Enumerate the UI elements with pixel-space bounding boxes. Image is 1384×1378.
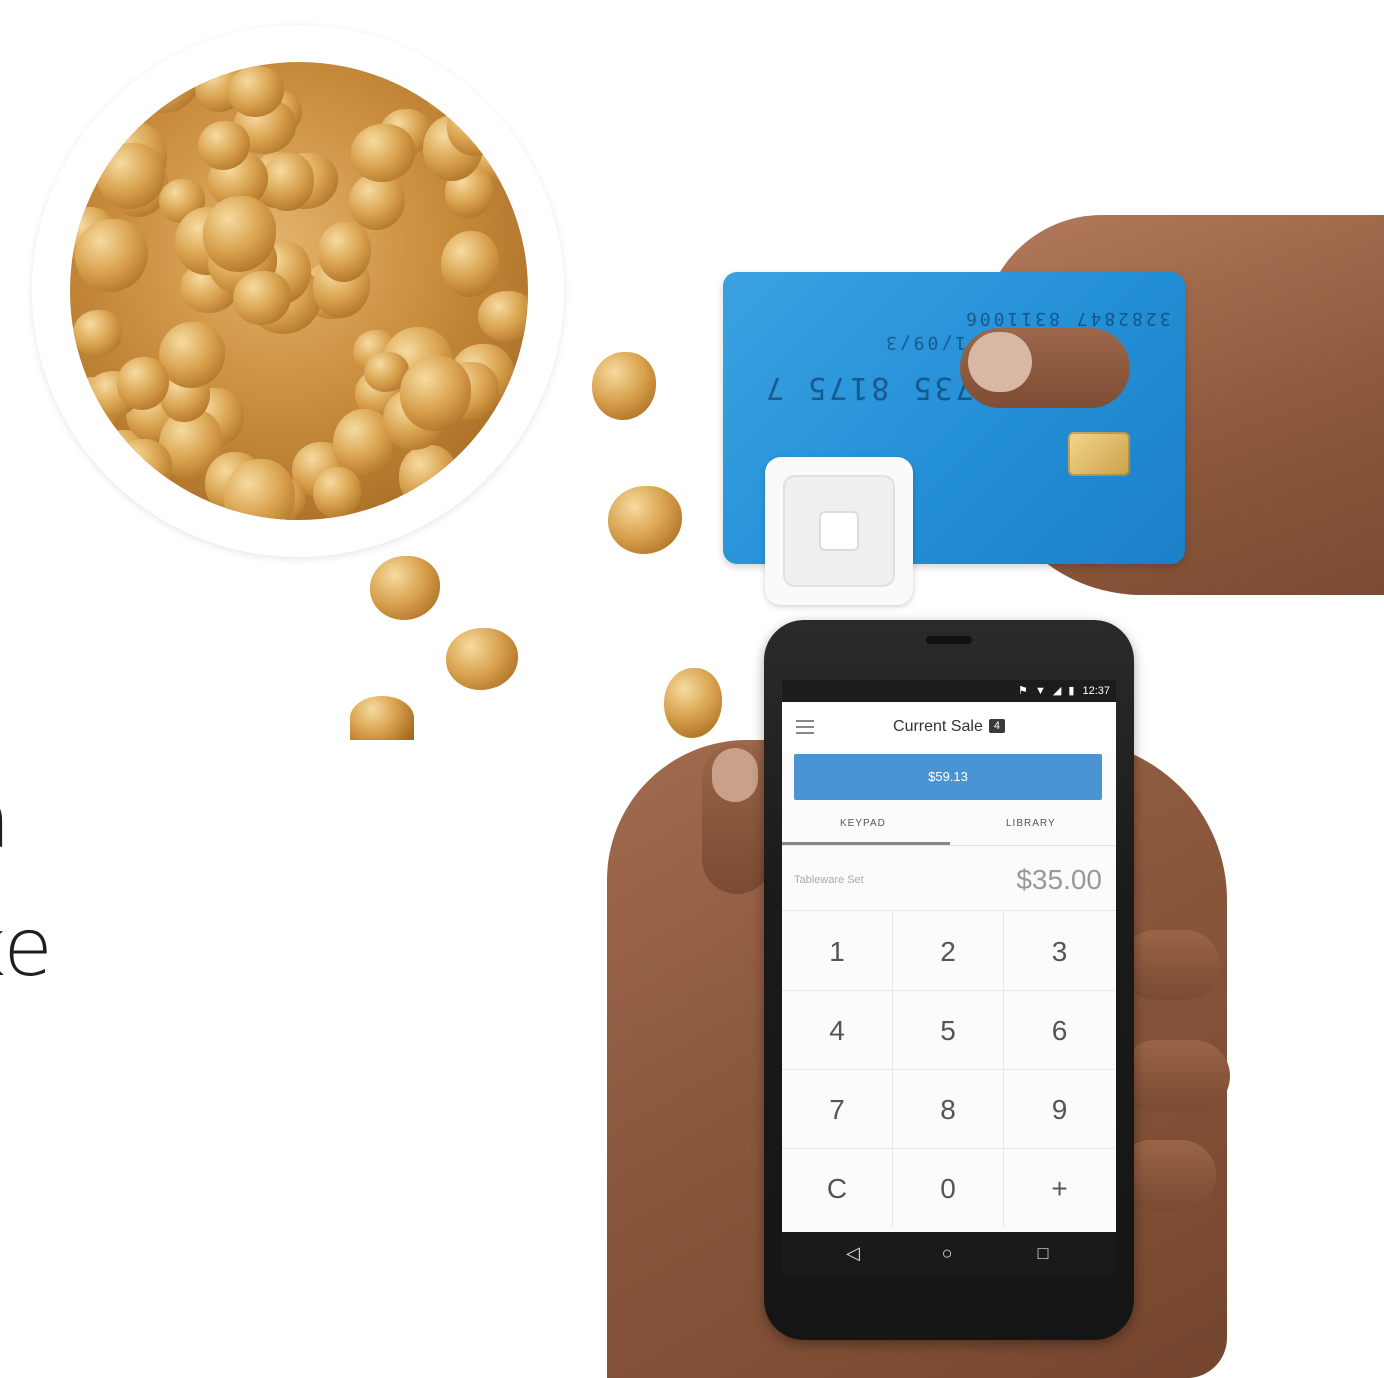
key-0[interactable]: 0 bbox=[893, 1149, 1004, 1228]
app-bar: Current Sale 4 bbox=[782, 702, 1116, 752]
keypad: 1 2 3 4 5 6 7 8 9 C 0 + bbox=[782, 912, 1116, 1230]
popcorn-kernel bbox=[592, 352, 656, 420]
popcorn-kernel bbox=[72, 310, 123, 357]
card-reader-button bbox=[821, 513, 857, 549]
finger bbox=[1120, 1040, 1230, 1112]
back-icon[interactable]: ◁ bbox=[838, 1240, 868, 1266]
tab-library[interactable]: LIBRARY bbox=[1006, 818, 1056, 829]
popcorn-kernel bbox=[351, 124, 415, 182]
popcorn-kernel bbox=[350, 696, 414, 740]
card-chip bbox=[1068, 432, 1130, 476]
key-2[interactable]: 2 bbox=[893, 912, 1004, 991]
key-6[interactable]: 6 bbox=[1004, 991, 1115, 1070]
cropped-headline-line-2: ke bbox=[0, 901, 53, 994]
sale-count-badge: 4 bbox=[988, 719, 1005, 733]
phone-screen: ⚑ ▼ ◢ ▮ 12:37 Current Sale 4 $59.13 KEYPAD… bbox=[782, 680, 1116, 1232]
status-bar: ⚑ ▼ ◢ ▮ 12:37 bbox=[782, 680, 1116, 702]
key-4[interactable]: 4 bbox=[782, 991, 893, 1070]
status-icons: ⚑ ▼ ◢ ▮ bbox=[1018, 685, 1077, 697]
line-item-amount: $35.00 bbox=[1016, 864, 1102, 895]
key-clear[interactable]: C bbox=[782, 1149, 893, 1228]
card-number-fragment: 1/09/3 bbox=[883, 332, 967, 353]
popcorn-kernel bbox=[440, 230, 499, 297]
popcorn-kernel bbox=[312, 466, 361, 519]
page-title: Current Sale 4 bbox=[782, 718, 1116, 736]
tab-keypad[interactable]: KEYPAD bbox=[840, 818, 886, 829]
card-number-fragment: 3282847 8311006 bbox=[963, 308, 1171, 329]
key-3[interactable]: 3 bbox=[1004, 912, 1115, 991]
line-item-label: Tableware Set bbox=[794, 874, 864, 886]
key-5[interactable]: 5 bbox=[893, 991, 1004, 1070]
popcorn-kernel bbox=[446, 628, 518, 690]
popcorn-kernel bbox=[664, 668, 722, 738]
popcorn-kernel bbox=[317, 222, 371, 282]
popcorn-kernel bbox=[75, 219, 148, 293]
popcorn-kernel bbox=[111, 438, 172, 497]
tab-divider bbox=[782, 845, 1116, 846]
thumb-nail bbox=[712, 748, 758, 802]
charge-button[interactable]: $59.13 bbox=[794, 754, 1102, 800]
status-time: 12:37 bbox=[1082, 685, 1110, 697]
thumb-nail bbox=[968, 332, 1032, 392]
key-add[interactable]: + bbox=[1004, 1149, 1115, 1228]
finger bbox=[1120, 930, 1220, 1000]
key-1[interactable]: 1 bbox=[782, 912, 893, 991]
popcorn-kernel bbox=[425, 64, 474, 116]
popcorn-pile bbox=[70, 62, 528, 520]
popcorn-kernel bbox=[370, 556, 440, 620]
popcorn-kernel bbox=[262, 153, 314, 211]
popcorn-kernel bbox=[478, 290, 528, 341]
key-8[interactable]: 8 bbox=[893, 1070, 1004, 1149]
cropped-headline-line-1: n bbox=[0, 780, 11, 860]
android-nav-bar: ◁ ○ □ bbox=[782, 1232, 1116, 1274]
key-7[interactable]: 7 bbox=[782, 1070, 893, 1149]
popcorn-kernel bbox=[608, 486, 682, 554]
tab-bar: KEYPAD LIBRARY bbox=[782, 810, 1116, 846]
phone-speaker bbox=[926, 636, 972, 644]
recents-icon[interactable]: □ bbox=[1028, 1240, 1058, 1266]
home-icon[interactable]: ○ bbox=[932, 1240, 962, 1266]
key-9[interactable]: 9 bbox=[1004, 1070, 1115, 1149]
line-item[interactable]: Tableware Set $35.00 bbox=[782, 850, 1116, 911]
title-text: Current Sale bbox=[893, 718, 983, 735]
card-reader bbox=[765, 457, 913, 605]
